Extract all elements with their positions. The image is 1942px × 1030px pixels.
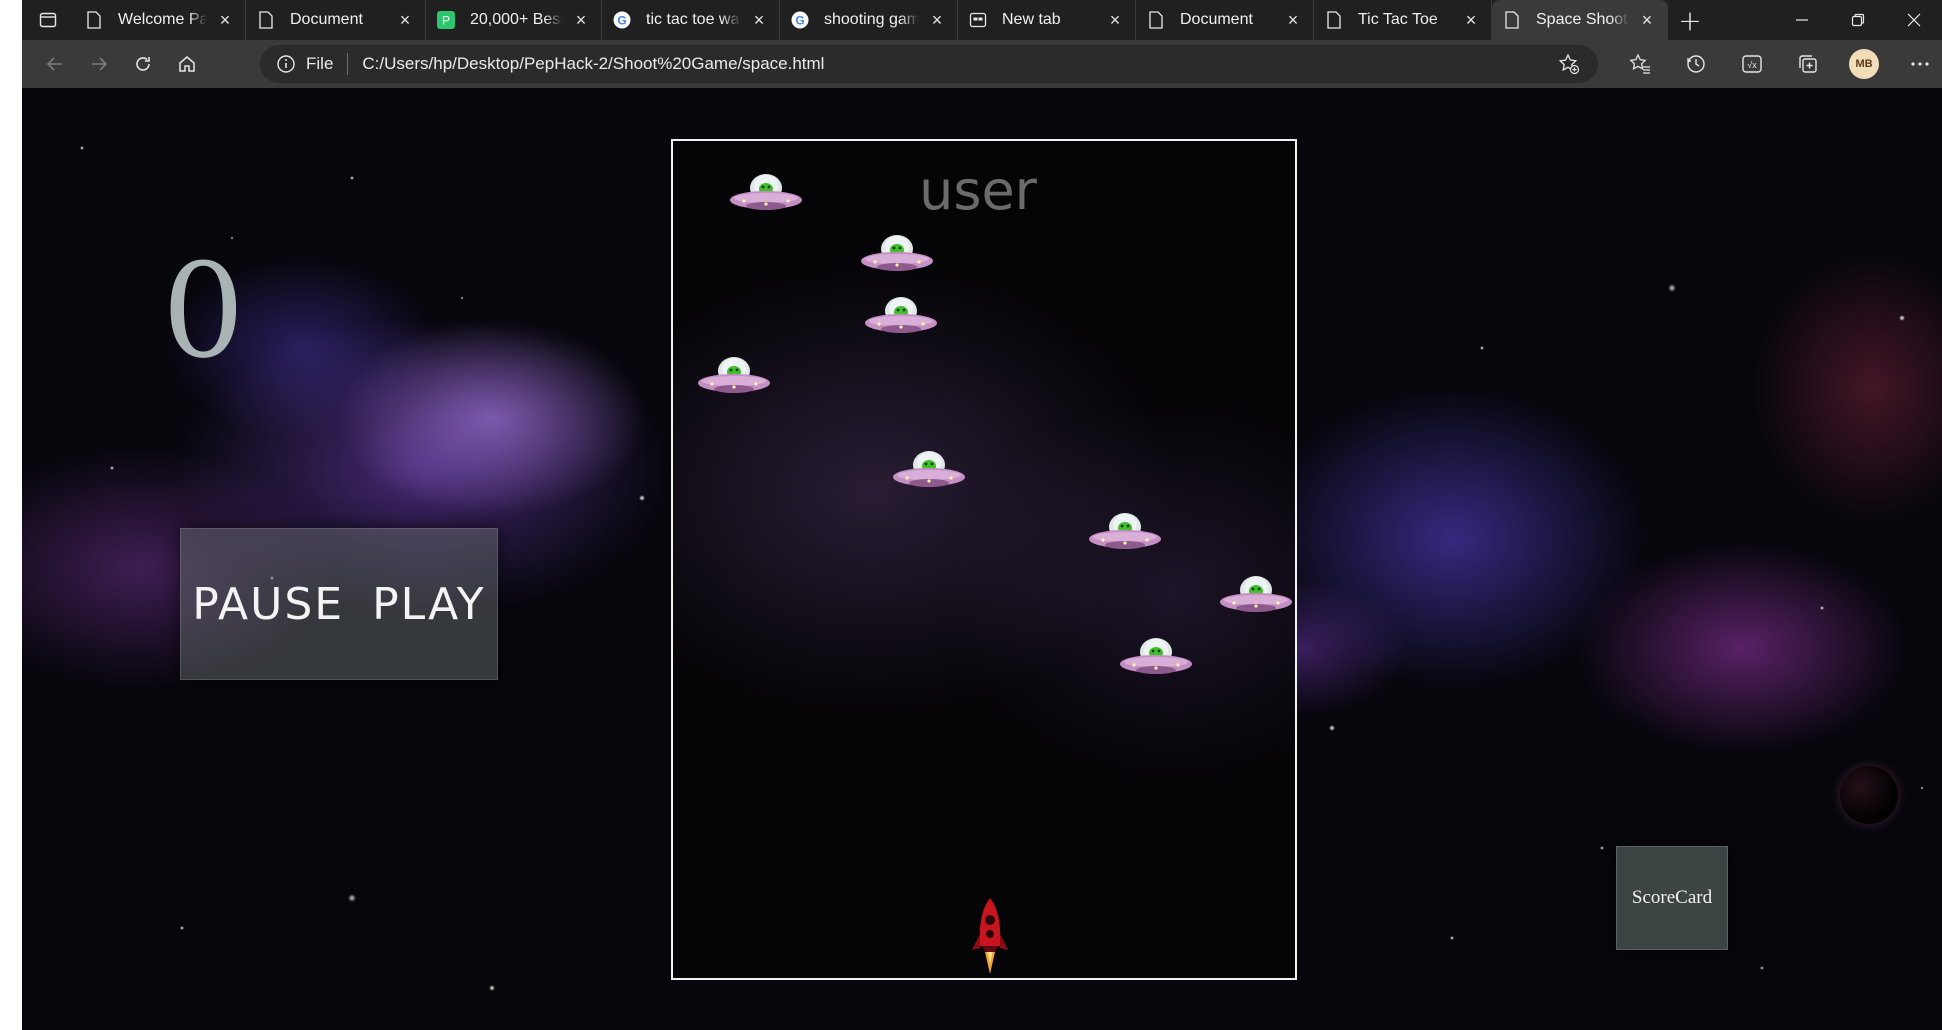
close-icon[interactable]: × (571, 10, 591, 30)
close-icon[interactable]: × (927, 10, 947, 30)
enemy-ufo (863, 294, 939, 338)
page-icon (1324, 10, 1344, 30)
new-tab-button[interactable]: + (1668, 0, 1712, 40)
window-controls (1774, 0, 1942, 40)
avatar: MB (1849, 49, 1879, 79)
close-icon[interactable]: × (1283, 10, 1303, 30)
tab-title: Welcome Page (118, 11, 207, 28)
forward-arrow-icon (92, 57, 108, 71)
play-button[interactable]: PLAY (372, 579, 486, 630)
tab-tic-tac-toe[interactable]: Tic Tac Toe × (1314, 0, 1492, 40)
svg-text:G: G (795, 14, 804, 28)
enemy-ufo (859, 232, 935, 276)
forward-button[interactable] (77, 40, 121, 88)
tab-title: shooting game (824, 11, 919, 28)
math-solver-button[interactable]: √x (1724, 40, 1780, 88)
close-icon[interactable]: × (749, 10, 769, 30)
math-solver-icon: √x (1742, 55, 1762, 73)
player-rocket[interactable] (969, 896, 1011, 978)
page-icon (256, 10, 276, 30)
more-icon (1911, 62, 1929, 66)
enemy-ufo (1118, 635, 1194, 679)
enemy-ufo (891, 448, 967, 492)
newtab-icon (968, 10, 988, 30)
tab-welcome-page[interactable]: Welcome Page × (74, 0, 246, 40)
home-icon (179, 56, 195, 72)
tab-actions-icon (39, 12, 57, 28)
tab-document-2[interactable]: Document × (1136, 0, 1314, 40)
close-icon[interactable]: × (1105, 10, 1125, 30)
address-separator (347, 53, 349, 75)
planet-decoration (1840, 766, 1898, 824)
tab-actions-button[interactable] (22, 0, 74, 40)
page-icon (1146, 10, 1166, 30)
add-favorite-icon[interactable] (1558, 53, 1580, 75)
home-button[interactable] (165, 40, 209, 88)
close-window-button[interactable] (1886, 0, 1942, 40)
toolbar-actions: √x MB (1612, 40, 1942, 88)
favorites-button[interactable] (1612, 40, 1668, 88)
game-page: 0 PAUSE PLAY user ScoreCard (22, 88, 1942, 1030)
history-button[interactable] (1668, 40, 1724, 88)
enemy-ufo (1218, 573, 1294, 617)
game-board[interactable]: user (671, 139, 1297, 980)
tab-title: Document (290, 11, 363, 28)
settings-menu-button[interactable] (1892, 40, 1942, 88)
collections-icon (1799, 55, 1817, 73)
refresh-icon (136, 57, 150, 71)
page-icon (1502, 10, 1522, 30)
tab-title: Space Shooter (1536, 11, 1629, 28)
minimize-icon (1796, 19, 1808, 21)
svg-text:G: G (617, 14, 626, 28)
address-url[interactable]: C:/Users/hp/Desktop/PepHack-2/Shoot%20Ga… (362, 54, 824, 74)
desktop-edge (0, 0, 22, 1030)
favorites-icon (1629, 53, 1650, 74)
close-icon[interactable]: × (215, 10, 235, 30)
close-icon (1907, 13, 1921, 27)
tab-title: tic tac toe wall (646, 11, 741, 28)
pixabay-icon: P (436, 10, 456, 30)
address-scheme-label: File (306, 54, 334, 73)
enemy-ufo (1087, 510, 1163, 554)
tab-title: New tab (1002, 11, 1061, 28)
back-arrow-icon (46, 57, 62, 71)
tab-space-shooter[interactable]: Space Shooter × (1492, 0, 1668, 40)
address-bar[interactable]: File C:/Users/hp/Desktop/PepHack-2/Shoot… (260, 45, 1598, 83)
restore-button[interactable] (1830, 0, 1886, 40)
scorecard-button[interactable]: ScoreCard (1616, 846, 1728, 950)
svg-text:P: P (442, 14, 450, 28)
close-icon[interactable]: × (395, 10, 415, 30)
google-icon: G (612, 10, 632, 30)
profile-button[interactable]: MB (1836, 40, 1892, 88)
tab-bar: Welcome Page × Document × P 20,000+ Best… (22, 0, 1942, 40)
tab-title: Document (1180, 11, 1253, 28)
tab-title: Tic Tac Toe (1358, 11, 1438, 28)
score-display: 0 (162, 235, 245, 387)
svg-text:√x: √x (1747, 60, 1757, 70)
browser-toolbar: File C:/Users/hp/Desktop/PepHack-2/Shoot… (22, 40, 1942, 88)
tab-shooting-game-search[interactable]: G shooting game × (780, 0, 958, 40)
pause-button[interactable]: PAUSE (192, 579, 344, 630)
tab-new-tab[interactable]: New tab × (958, 0, 1136, 40)
enemy-ufo (696, 354, 772, 398)
history-icon (1687, 55, 1705, 73)
tab-tic-tac-toe-search[interactable]: G tic tac toe wall × (602, 0, 780, 40)
restore-icon (1851, 13, 1865, 27)
page-icon (84, 10, 104, 30)
close-icon[interactable]: × (1461, 10, 1481, 30)
close-icon[interactable]: × (1637, 10, 1657, 30)
tab-title: 20,000+ Best V (470, 11, 563, 28)
tab-pixabay[interactable]: P 20,000+ Best V × (426, 0, 602, 40)
tab-document-1[interactable]: Document × (246, 0, 426, 40)
enemy-ufo (728, 171, 804, 215)
refresh-button[interactable] (121, 40, 165, 88)
minimize-button[interactable] (1774, 0, 1830, 40)
google-icon: G (790, 10, 810, 30)
plus-icon: + (1678, 3, 1702, 37)
back-button[interactable] (33, 40, 77, 88)
game-control-panel: PAUSE PLAY (180, 528, 498, 680)
collections-button[interactable] (1780, 40, 1836, 88)
info-icon[interactable] (276, 54, 296, 74)
